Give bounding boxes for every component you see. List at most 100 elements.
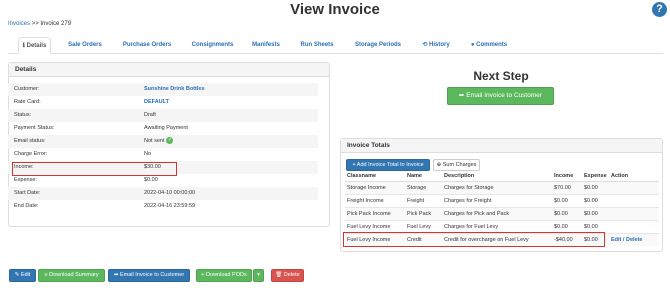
table-row: Storage Income Storage Charges for Stora… xyxy=(345,180,659,194)
edit-delete-link[interactable]: Edit / Delete xyxy=(609,232,659,246)
breadcrumb: Invoices >> Invoice 279 xyxy=(8,21,71,27)
next-step-heading: Next Step xyxy=(473,69,529,83)
end-date-value: 2022-04-16 23:59:59 xyxy=(144,203,196,209)
download-summary-button[interactable]: ≡ Download Summary xyxy=(38,269,105,282)
share-icon: ➦ xyxy=(458,92,465,99)
button-label: Download PODs xyxy=(206,272,247,278)
cell-description: Charges for Freight xyxy=(442,193,552,207)
tab-bar: ℹ Details Sale Orders Purchase Orders Co… xyxy=(8,37,663,54)
cell-action xyxy=(609,180,659,194)
detail-label: Status: xyxy=(14,112,32,118)
cell-description: Charges for Pick and Pack xyxy=(442,206,552,220)
detail-row-end-date: End Date: 2022-04-16 23:59:59 xyxy=(8,200,318,213)
caret-down-icon: ▾ xyxy=(257,272,260,278)
check-circle-icon: ✓ xyxy=(166,137,174,145)
tab-run-sheets[interactable]: Run Sheets xyxy=(294,37,340,54)
column-header: Income xyxy=(552,172,582,182)
tab-purchase-orders[interactable]: Purchase Orders xyxy=(116,37,178,54)
tab-details[interactable]: ℹ Details xyxy=(18,37,51,54)
cell-action xyxy=(609,206,659,220)
column-header: Description xyxy=(442,172,552,182)
download-pods-dropdown-toggle[interactable]: ▾ xyxy=(253,269,264,282)
cell-action xyxy=(609,219,659,233)
cell-expense: $0.00 xyxy=(582,180,609,194)
sum-charges-button[interactable]: ⊕ Sum Charges xyxy=(433,159,480,171)
tab-label: Consignments xyxy=(191,42,234,48)
status-value: Draft xyxy=(144,112,156,118)
info-icon: ℹ xyxy=(22,43,25,49)
table-row: Freight Income Freight Charges for Freig… xyxy=(345,193,659,207)
clock-icon: ⟲ xyxy=(422,42,428,48)
pencil-icon: ✎ xyxy=(14,272,20,278)
charge-error-value: No xyxy=(144,151,152,157)
tab-manifests[interactable]: Manifests xyxy=(246,37,286,54)
button-label: Delete xyxy=(283,272,300,278)
tab-label: Sale Orders xyxy=(68,42,102,48)
detail-row-status: Status: Draft xyxy=(8,109,318,122)
edit-button[interactable]: ✎ Edit xyxy=(9,269,36,282)
cell-name: Storage xyxy=(405,180,442,194)
cell-income: $0.00 xyxy=(552,206,582,220)
cell-description: Charges for Storage xyxy=(442,180,552,194)
detail-label: Payment Status: xyxy=(14,125,55,131)
tab-label: Details xyxy=(26,43,47,49)
cell-action xyxy=(609,193,659,207)
start-date-value: 2022-04-10 00:00:00 xyxy=(144,190,196,196)
button-label: Email Invoice to Customer xyxy=(466,92,543,99)
comment-icon: ● xyxy=(470,42,475,48)
tab-sale-orders[interactable]: Sale Orders xyxy=(60,37,110,54)
cell-expense: $0.00 xyxy=(582,206,609,220)
download-pods-button[interactable]: + Download PODs xyxy=(196,269,252,282)
page-title: View Invoice xyxy=(290,1,380,18)
rate-card-link[interactable]: DEFAULT xyxy=(144,96,169,109)
column-header: Name xyxy=(405,172,442,182)
tab-label: Storage Periods xyxy=(354,42,401,48)
detail-label: Rate Card: xyxy=(14,99,41,105)
email-status-text: Not sent xyxy=(144,138,165,144)
cell-income: $70.00 xyxy=(552,180,582,194)
list-icon: ≡ xyxy=(44,272,48,278)
detail-label: Start Date: xyxy=(14,190,41,196)
email-invoice-button[interactable]: ➦ Email Invoice to Customer xyxy=(108,269,190,282)
table-header-row: Classname Name Description Income Expens… xyxy=(345,172,659,182)
tab-label: History xyxy=(429,42,450,48)
table-row: Pick Pack Income Pick Pack Charges for P… xyxy=(345,206,659,220)
button-label: Sum Charges xyxy=(442,162,477,168)
customer-link[interactable]: Sunshine Drink Bottles xyxy=(144,83,205,96)
details-heading: Details xyxy=(9,63,329,77)
tab-storage-periods[interactable]: Storage Periods xyxy=(348,37,408,54)
tab-label: Comments xyxy=(476,42,508,48)
detail-row-email-status: Email status: Not sent ✓ xyxy=(8,135,318,148)
income-highlight-box xyxy=(12,162,177,176)
column-header: Expense xyxy=(582,172,609,182)
tab-label: Run Sheets xyxy=(300,42,334,48)
detail-row-rate-card: Rate Card: DEFAULT xyxy=(8,96,318,109)
button-label: Edit xyxy=(20,272,31,278)
breadcrumb-current: Invoice 279 xyxy=(40,21,72,27)
cell-classname: Freight Income xyxy=(345,193,405,207)
delete-button[interactable]: 🗑 Delete xyxy=(271,269,304,282)
tab-label: Manifests xyxy=(252,42,280,48)
column-header: Action xyxy=(609,172,659,182)
breadcrumb-invoices-link[interactable]: Invoices xyxy=(8,21,30,27)
invoice-totals-heading: Invoice Totals xyxy=(341,139,662,153)
tab-comments[interactable]: ● Comments xyxy=(464,37,514,54)
detail-label: Customer: xyxy=(14,86,40,92)
tab-history[interactable]: ⟲ History xyxy=(415,37,457,54)
tab-label: Purchase Orders xyxy=(122,42,172,48)
button-label: Email Invoice to Customer xyxy=(119,272,185,278)
detail-label: End Date: xyxy=(14,203,39,209)
payment-status-value: Awaiting Payment xyxy=(144,125,188,131)
help-icon[interactable]: ? xyxy=(652,2,667,17)
plus-icon: + xyxy=(352,162,356,168)
plus-icon: + xyxy=(201,272,205,278)
detail-row-customer: Customer: Sunshine Drink Bottles xyxy=(8,83,318,96)
plus-circle-icon: ⊕ xyxy=(436,162,442,168)
detail-row-start-date: Start Date: 2022-04-10 00:00:00 xyxy=(8,187,318,200)
email-invoice-next-step-button[interactable]: ➦ Email Invoice to Customer xyxy=(447,87,554,105)
add-invoice-total-button[interactable]: + Add Invoice Total to Invoice xyxy=(346,159,430,171)
detail-row-payment-status: Payment Status: Awaiting Payment xyxy=(8,122,318,135)
detail-row-charge-error: Charge Error: No xyxy=(8,148,318,161)
tab-consignments[interactable]: Consignments xyxy=(185,37,240,54)
credit-row-highlight-box xyxy=(343,232,605,247)
